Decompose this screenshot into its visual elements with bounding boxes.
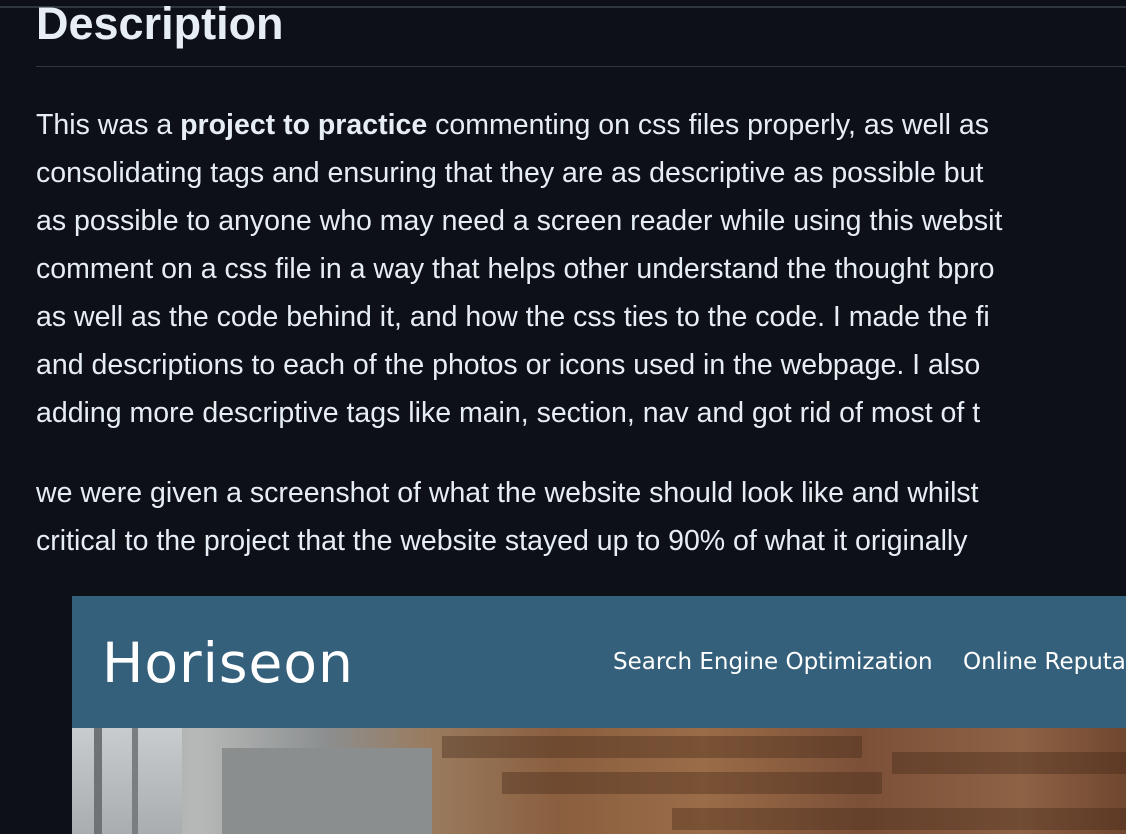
paragraph-line: consolidating tags and ensuring that the…	[36, 157, 984, 189]
monitor-shape	[222, 748, 432, 834]
paragraph-line: as possible to anyone who may need a scr…	[36, 205, 1003, 237]
text-run: This was a	[36, 109, 181, 141]
screenshot-header-bar: Horiseon Search Engine Optimization Onli…	[72, 596, 1126, 728]
paragraph-line: we were given a screenshot of what the w…	[36, 477, 979, 509]
heading-underline	[36, 66, 1126, 67]
text-run: commenting on css files properly, as wel…	[427, 109, 989, 141]
horiseon-logo: Horiseon	[102, 631, 354, 695]
section-heading: Description	[36, 0, 284, 49]
paragraph-line: and descriptions to each of the photos o…	[36, 349, 981, 381]
screenshot-hero-photo	[72, 728, 1126, 834]
screenshot-nav-item: Online Reputa	[963, 649, 1126, 675]
window-frame	[132, 728, 138, 834]
wood-plank	[672, 808, 1126, 830]
paragraph-line: adding more descriptive tags like main, …	[36, 397, 981, 429]
emphasis-text: project to practice	[180, 109, 428, 141]
wood-plank	[442, 736, 862, 758]
screenshot-nav-item: Search Engine Optimization	[613, 649, 933, 675]
wood-plank	[502, 772, 882, 794]
description-paragraph: This was a project to practice commentin…	[36, 101, 1002, 437]
paragraph-line: comment on a css file in a way that help…	[36, 253, 995, 285]
paragraph-line: as well as the code behind it, and how t…	[36, 301, 990, 333]
website-screenshot-image: Horiseon Search Engine Optimization Onli…	[72, 596, 1126, 834]
paragraph-line: critical to the project that the website…	[36, 525, 968, 557]
wood-plank	[892, 752, 1126, 774]
window-frame	[94, 728, 102, 834]
paragraph-line: This was a project to practice commentin…	[36, 101, 1002, 149]
screenshot-note-paragraph: we were given a screenshot of what the w…	[36, 469, 979, 565]
window-shape	[72, 728, 182, 834]
